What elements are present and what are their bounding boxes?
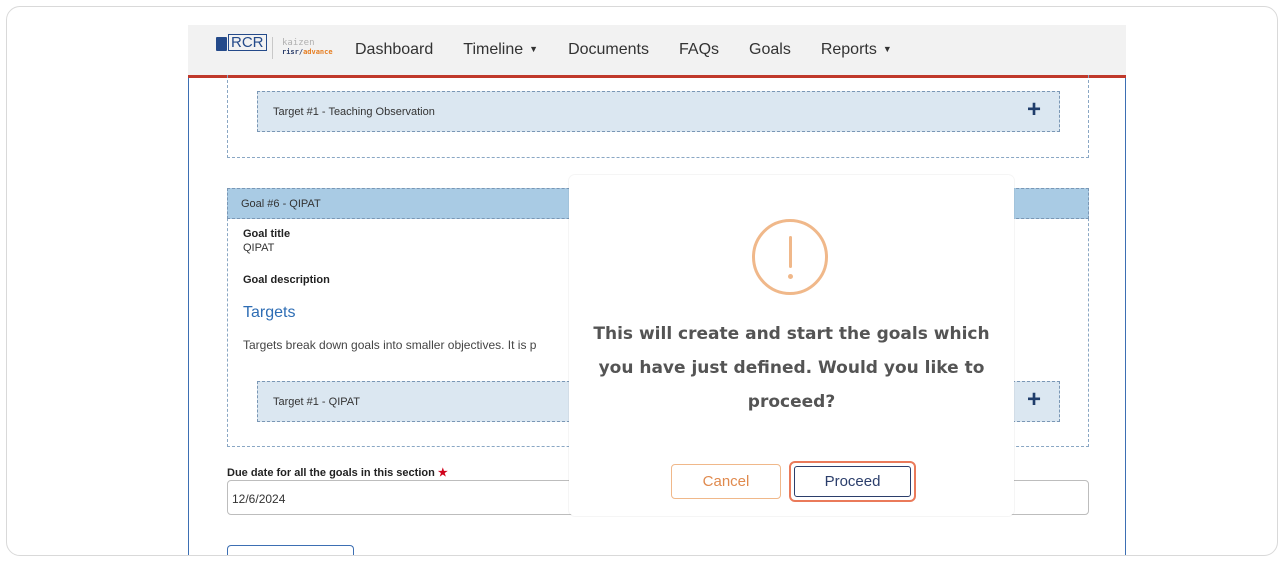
browser-frame: RCR kaizen risr/advance Dashboard Timeli… [6,6,1278,556]
dialog-message: This will create and start the goals whi… [593,324,990,412]
proceed-button[interactable]: Proceed [794,466,911,497]
warning-icon-dot [788,274,793,279]
warning-icon [752,219,828,295]
cancel-button[interactable]: Cancel [671,464,781,499]
warning-icon-bar [789,236,792,268]
proceed-button-focus-ring: Proceed [789,461,916,502]
confirm-dialog: This will create and start the goals whi… [569,175,1014,516]
